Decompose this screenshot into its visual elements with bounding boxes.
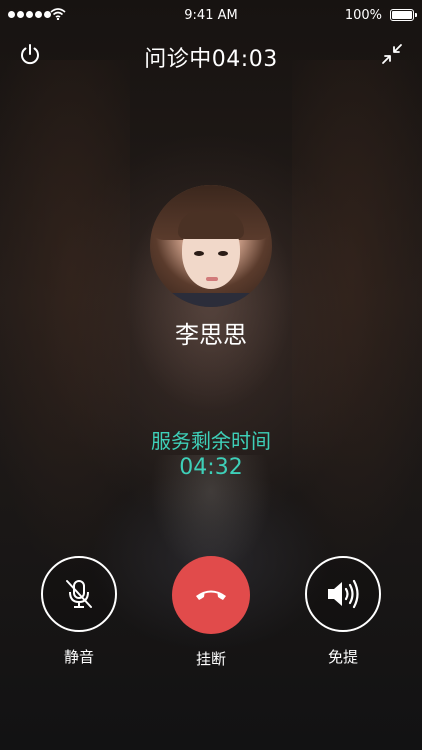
status-bar: 9:41 AM 100%	[0, 0, 422, 32]
minimize-button[interactable]	[376, 38, 408, 70]
speaker-label: 免提	[327, 648, 358, 666]
call-title: 问诊中04:03	[144, 47, 278, 72]
call-header: 问诊中04:03	[0, 32, 422, 80]
minimize-icon	[382, 44, 402, 64]
phone-hangup-icon	[196, 590, 226, 600]
mute-label: 静音	[63, 648, 94, 666]
mute-button[interactable]	[41, 556, 117, 632]
mute-control: 静音	[39, 556, 119, 667]
battery-full-icon	[390, 9, 417, 21]
speaker-control: 免提	[303, 556, 383, 667]
caller-name: 李思思	[175, 321, 247, 349]
hangup-label: 挂断	[195, 650, 226, 668]
microphone-muted-icon	[66, 580, 92, 608]
battery-percent: 100%	[344, 8, 382, 23]
speaker-icon	[328, 579, 359, 609]
speaker-button[interactable]	[305, 556, 381, 632]
hangup-button[interactable]	[172, 556, 250, 634]
service-remaining-label: 服务剩余时间	[151, 429, 271, 453]
caller-avatar	[150, 185, 272, 307]
service-remaining-time: 04:32	[179, 455, 243, 480]
hangup-control: 挂断	[171, 556, 251, 669]
